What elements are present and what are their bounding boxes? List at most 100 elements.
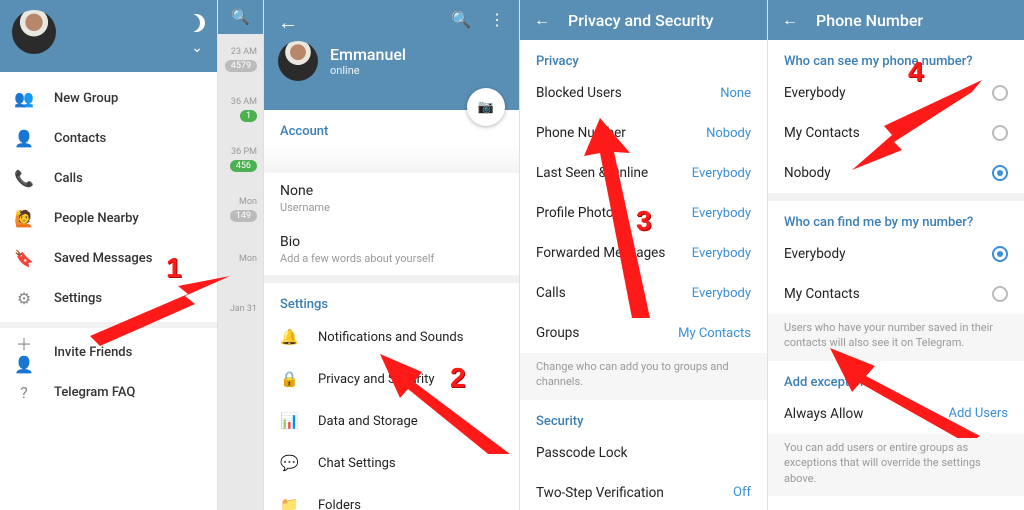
drawer-header: ⌄ xyxy=(0,0,217,72)
drawer-item[interactable]: 👤 Contacts xyxy=(0,118,217,158)
chat-peek-row[interactable]: Mon xyxy=(218,234,263,284)
radio-row[interactable]: Everybody xyxy=(768,73,1024,113)
drawer-item[interactable]: 🙋 People Nearby xyxy=(0,198,217,238)
menu-icon: 🔖 xyxy=(14,249,34,268)
radio-icon xyxy=(992,246,1008,262)
radio-icon xyxy=(992,165,1008,181)
unread-badge: 149 xyxy=(230,210,257,222)
profile-name: Emmanuel xyxy=(330,45,406,64)
menu-icon: ＋👤 xyxy=(14,331,34,374)
drawer-panel: ⌄ 👥 New Group 👤 Contacts 📞 Calls 🙋 People Nearb… xyxy=(0,0,218,510)
who-see-title: Who can see my phone number? xyxy=(768,40,1024,73)
chat-peek-row[interactable]: Mon149 xyxy=(218,184,263,234)
privacy-panel: ← Privacy and Security Privacy Blocked U… xyxy=(520,0,768,510)
security-row[interactable]: Passcode Lock xyxy=(520,433,767,473)
phone-row[interactable] xyxy=(264,143,519,173)
settings-row-icon: 🔔 xyxy=(280,328,298,346)
menu-icon: ? xyxy=(14,383,34,402)
chat-list-peek: 🔍 23 AM457936 AM136 PM456Mon149MonJan 31 xyxy=(218,0,264,510)
chat-peek-row[interactable]: 36 PM456 xyxy=(218,134,263,184)
username-row[interactable]: None Username xyxy=(264,173,519,224)
menu-icon: ⚙ xyxy=(14,289,34,308)
chevron-down-icon[interactable]: ⌄ xyxy=(191,40,203,56)
privacy-row[interactable]: GroupsMy Contacts xyxy=(520,313,767,353)
privacy-row[interactable]: Phone NumberNobody xyxy=(520,113,767,153)
back-icon[interactable]: ← xyxy=(278,10,298,34)
menu-icon: 👥 xyxy=(14,89,34,108)
night-mode-icon[interactable] xyxy=(187,14,205,32)
radio-row[interactable]: My Contacts xyxy=(768,113,1024,153)
chat-peek-row[interactable]: 23 AM4579 xyxy=(218,34,263,84)
privacy-row[interactable]: Last Seen & OnlineEverybody xyxy=(520,153,767,193)
menu-label: New Group xyxy=(54,91,118,106)
menu-label: Settings xyxy=(54,291,102,306)
settings-row-icon: 📁 xyxy=(280,496,298,510)
settings-row-icon: 🔒 xyxy=(280,370,298,388)
settings-row-label: Notifications and Sounds xyxy=(318,330,463,345)
avatar xyxy=(278,41,318,81)
search-icon[interactable]: 🔍 xyxy=(451,10,471,29)
menu-icon: 🙋 xyxy=(14,209,34,228)
drawer-item[interactable]: ⚙ Settings xyxy=(0,278,217,318)
always-allow-row[interactable]: Always Allow Add Users xyxy=(768,394,1024,434)
drawer-item[interactable]: ? Telegram FAQ xyxy=(0,372,217,412)
back-icon[interactable]: ← xyxy=(782,10,798,30)
drawer-item[interactable]: 📞 Calls xyxy=(0,158,217,198)
settings-row[interactable]: 📁 Folders xyxy=(264,484,519,510)
radio-row[interactable]: Everybody xyxy=(768,234,1024,274)
find-hint: Users who have your number saved in thei… xyxy=(768,314,1024,361)
camera-button[interactable]: 📷 xyxy=(467,88,505,126)
security-section-title: Security xyxy=(520,400,767,433)
security-row[interactable]: Two-Step VerificationOff xyxy=(520,473,767,510)
privacy-row[interactable]: CallsEverybody xyxy=(520,273,767,313)
settings-row-label: Folders xyxy=(318,498,361,510)
settings-row-icon: 💬 xyxy=(280,454,298,472)
privacy-title: Privacy and Security xyxy=(568,11,713,30)
menu-icon: 📞 xyxy=(14,169,34,188)
privacy-row[interactable]: Profile PhotosEverybody xyxy=(520,193,767,233)
settings-row[interactable]: 💬 Chat Settings xyxy=(264,442,519,484)
drawer-item[interactable]: 👥 New Group xyxy=(0,78,217,118)
radio-icon xyxy=(992,286,1008,302)
settings-row[interactable]: 🔔 Notifications and Sounds xyxy=(264,316,519,358)
privacy-section-title: Privacy xyxy=(520,40,767,73)
chat-peek-row[interactable]: 36 AM1 xyxy=(218,84,263,134)
privacy-row[interactable]: Forwarded MessagesEverybody xyxy=(520,233,767,273)
drawer-item[interactable]: 🔖Saved Messages xyxy=(0,238,217,278)
settings-row-label: Data and Storage xyxy=(318,414,418,429)
menu-label: People Nearby xyxy=(54,211,139,226)
privacy-header: ← Privacy and Security xyxy=(520,0,767,40)
settings-header: ← 🔍 ⋮ Emmanuel online 📷 xyxy=(264,0,519,110)
profile-status: online xyxy=(330,64,406,77)
menu-label: Telegram FAQ xyxy=(54,385,135,400)
unread-badge: 456 xyxy=(230,160,257,172)
menu-label: Contacts xyxy=(54,131,106,146)
drawer-item[interactable]: ＋👤 Invite Friends xyxy=(0,332,217,372)
settings-row[interactable]: 🔒 Privacy and Security xyxy=(264,358,519,400)
radio-icon xyxy=(992,125,1008,141)
menu-label: Invite Friends xyxy=(54,345,132,360)
chat-peek-row[interactable]: Jan 31 xyxy=(218,284,263,334)
settings-row-label: Privacy and Security xyxy=(318,372,435,387)
phone-panel: ← Phone Number Who can see my phone numb… xyxy=(768,0,1024,510)
bio-row[interactable]: Bio Add a few words about yourself xyxy=(264,224,519,275)
privacy-row[interactable]: Blocked UsersNone xyxy=(520,73,767,113)
search-icon[interactable]: 🔍 xyxy=(218,0,263,34)
radio-icon xyxy=(992,85,1008,101)
avatar[interactable] xyxy=(12,10,56,54)
phone-title: Phone Number xyxy=(816,11,923,30)
settings-section-title: Settings xyxy=(264,283,519,316)
settings-row-label: Chat Settings xyxy=(318,456,396,471)
settings-row[interactable]: 📊Data and Storage xyxy=(264,400,519,442)
more-icon[interactable]: ⋮ xyxy=(489,10,505,29)
unread-badge: 4579 xyxy=(225,60,257,72)
menu-label: Calls xyxy=(54,171,83,186)
menu-icon: 👤 xyxy=(14,129,34,148)
radio-row[interactable]: My Contacts xyxy=(768,274,1024,314)
unread-badge: 1 xyxy=(240,110,257,122)
radio-row[interactable]: Nobody xyxy=(768,153,1024,193)
exceptions-hint: You can add users or entire groups as ex… xyxy=(768,434,1024,496)
back-icon[interactable]: ← xyxy=(534,10,550,30)
phone-header: ← Phone Number xyxy=(768,0,1024,40)
drawer-menu: 👥 New Group 👤 Contacts 📞 Calls 🙋 People Nearby 🔖… xyxy=(0,72,217,418)
